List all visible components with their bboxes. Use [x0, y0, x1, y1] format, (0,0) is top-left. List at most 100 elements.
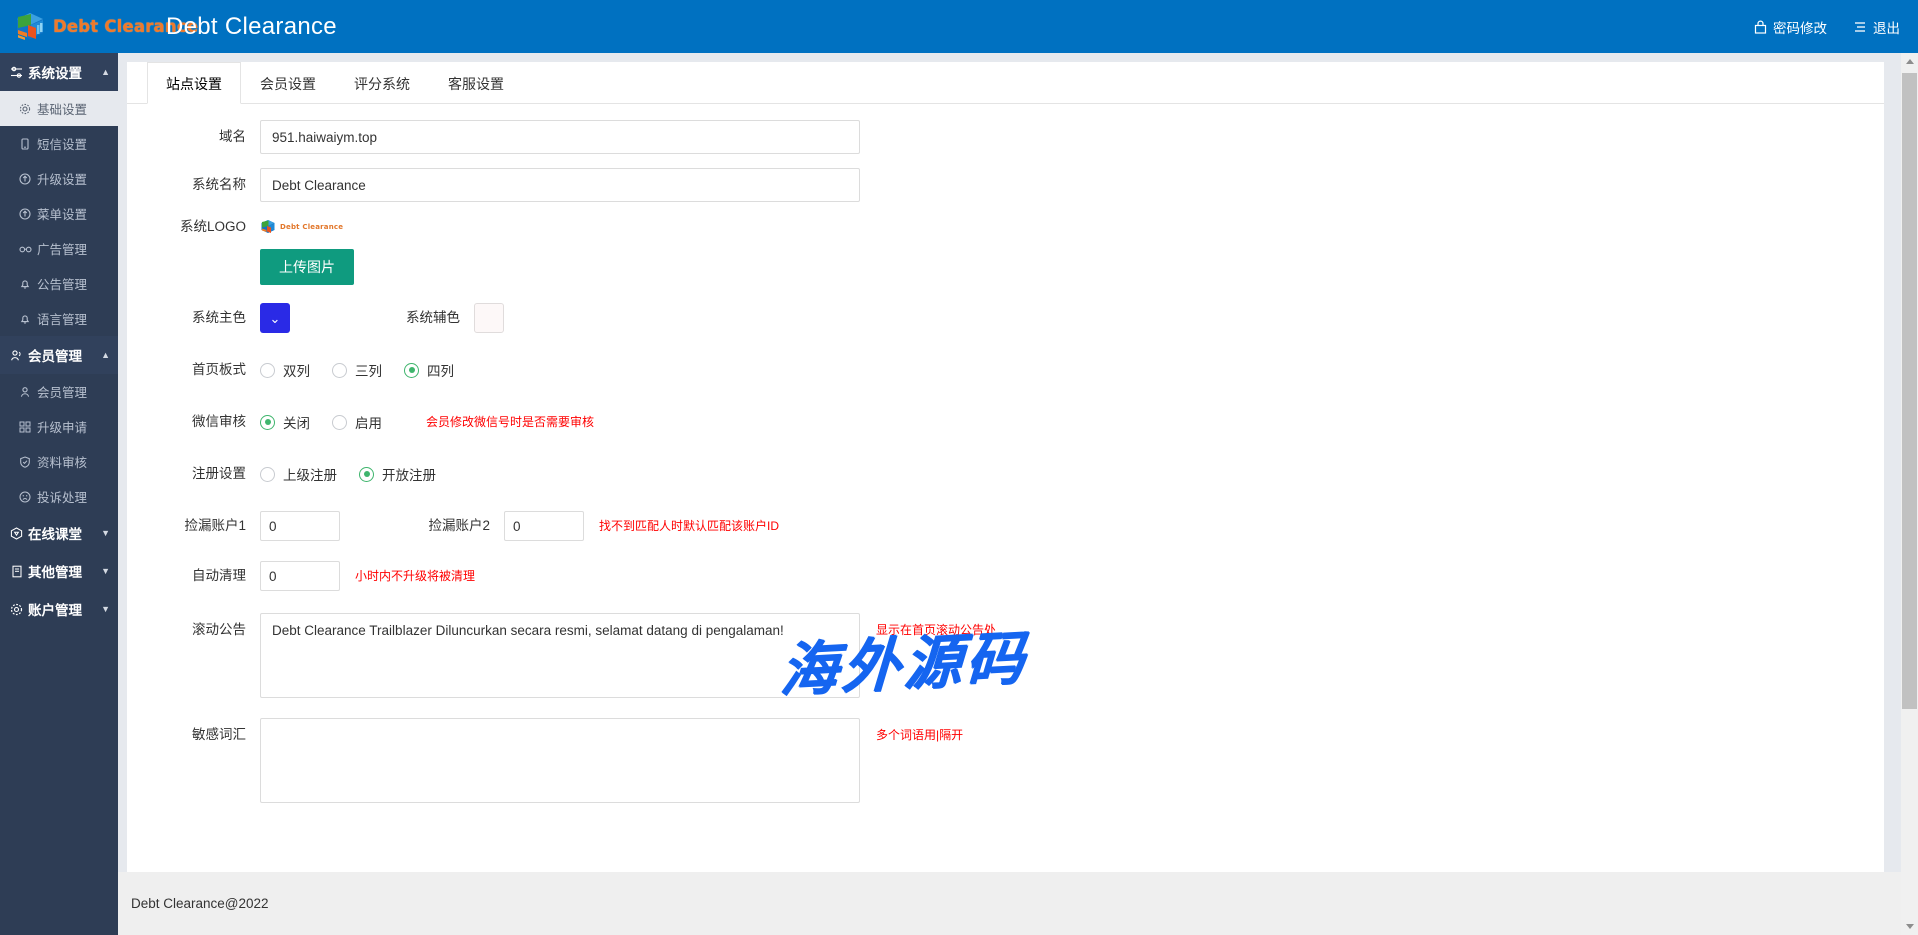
footer: Debt Clearance@2022 [118, 872, 1918, 935]
tab-member-settings[interactable]: 会员设置 [241, 62, 335, 104]
sidebar-item-complaint-handling[interactable]: 投诉处理 [0, 479, 118, 514]
wechat-audit-option-off[interactable]: 关闭 [260, 412, 310, 432]
chevron-down-icon: ▼ [101, 529, 110, 538]
main-content: 站点设置 会员设置 评分系统 客服设置 域名 系统名称 系统LOGO [118, 53, 1918, 935]
chevron-down-icon: ▼ [101, 605, 110, 614]
radio-label: 开放注册 [382, 464, 436, 484]
register-setting-radio-group: 上级注册 开放注册 [260, 459, 458, 489]
bell-icon [18, 313, 32, 325]
cube-logo-icon [260, 219, 276, 235]
sidebar-item-upgrade-application[interactable]: 升级申请 [0, 409, 118, 444]
sidebar-group-online-classroom[interactable]: 在线课堂 ▼ [0, 514, 118, 552]
home-layout-option-four-column[interactable]: 四列 [404, 360, 454, 380]
home-layout-option-two-column[interactable]: 双列 [260, 360, 310, 380]
form-row-system-name: 系统名称 [127, 168, 1884, 202]
sidebar-item-language-management[interactable]: 语言管理 [0, 301, 118, 336]
chevron-up-icon: ▲ [101, 351, 110, 360]
radio-icon-selected [404, 363, 419, 378]
home-layout-radio-group: 双列 三列 四列 [260, 355, 476, 385]
sidebar-item-label: 投诉处理 [37, 487, 87, 506]
sidebar-group-label: 账户管理 [28, 599, 82, 619]
settings-tabs: 站点设置 会员设置 评分系统 客服设置 [127, 62, 1884, 104]
sidebar-item-notice-management[interactable]: 公告管理 [0, 266, 118, 301]
register-setting-label: 注册设置 [127, 459, 260, 489]
sidebar-item-ad-management[interactable]: 广告管理 [0, 231, 118, 266]
sidebar-item-label: 升级申请 [37, 417, 87, 436]
sensitive-words-textarea[interactable] [260, 718, 860, 803]
header-actions: 密码修改 退出 [1754, 17, 1918, 37]
radio-icon [332, 415, 347, 430]
secondary-color-swatch[interactable] [474, 303, 504, 333]
sidebar-item-document-review[interactable]: 资料审核 [0, 444, 118, 479]
logout-link[interactable]: 退出 [1853, 17, 1900, 37]
radio-label: 关闭 [283, 412, 310, 432]
site-settings-form: 域名 系统名称 系统LOGO [127, 104, 1884, 803]
sidebar-item-label: 菜单设置 [37, 204, 87, 223]
radio-icon [332, 363, 347, 378]
home-layout-option-three-column[interactable]: 三列 [332, 360, 382, 380]
users-icon [9, 349, 24, 362]
sidebar-item-label: 资料审核 [37, 452, 87, 471]
tab-rating-system[interactable]: 评分系统 [335, 62, 429, 104]
scrollbar-up-arrow[interactable] [1901, 53, 1918, 70]
pickup-account-2-label: 捡漏账户2 [384, 511, 504, 541]
domain-input[interactable] [260, 120, 860, 154]
sidebar-item-menu-settings[interactable]: 菜单设置 [0, 196, 118, 231]
radio-icon-selected [359, 467, 374, 482]
change-password-label: 密码修改 [1773, 17, 1827, 37]
pickup-account-hint: 找不到匹配人时默认匹配该账户ID [599, 511, 779, 541]
sidebar-group-label: 在线课堂 [28, 523, 82, 543]
sad-face-icon [18, 491, 32, 503]
top-header: Debt Clearance Debt Clearance 密码修改 退出 [0, 0, 1918, 53]
home-layout-label: 首页板式 [127, 355, 260, 385]
radio-label: 四列 [427, 360, 454, 380]
form-row-wechat-audit: 微信审核 关闭 启用 会员修改微信号时是否需要审核 [127, 407, 1884, 437]
sidebar-item-member-management[interactable]: 会员管理 [0, 374, 118, 409]
sliders-icon [9, 66, 24, 79]
sidebar-item-sms-settings[interactable]: 短信设置 [0, 126, 118, 161]
up-circle-icon [18, 208, 32, 220]
pickup-account-2-input[interactable] [504, 511, 584, 541]
form-row-colors: 系统主色 ⌄ 系统辅色 [127, 303, 1884, 333]
brand-logo-area[interactable]: Debt Clearance [0, 0, 118, 53]
scrollbar-down-arrow[interactable] [1901, 918, 1918, 935]
scrollbar-thumb[interactable] [1902, 73, 1917, 709]
sensitive-words-label: 敏感词汇 [127, 718, 260, 752]
scroll-notice-label: 滚动公告 [127, 613, 260, 647]
auto-clear-label: 自动清理 [127, 561, 260, 591]
upload-image-button[interactable]: 上传图片 [260, 249, 354, 285]
auto-clear-input[interactable] [260, 561, 340, 591]
footer-text: Debt Clearance@2022 [131, 896, 269, 911]
system-name-input[interactable] [260, 168, 860, 202]
cube-outline-icon [9, 527, 24, 540]
pickup-account-1-label: 捡漏账户1 [127, 511, 260, 541]
sidebar-group-label: 系统设置 [28, 62, 82, 82]
shield-check-icon [18, 456, 32, 468]
sidebar-item-label: 短信设置 [37, 134, 87, 153]
sidebar-group-member-management[interactable]: 会员管理 ▲ [0, 336, 118, 374]
primary-color-label: 系统主色 [127, 303, 260, 333]
radio-icon [260, 363, 275, 378]
change-password-link[interactable]: 密码修改 [1754, 17, 1827, 37]
primary-color-swatch[interactable]: ⌄ [260, 303, 290, 333]
sidebar-group-system-settings[interactable]: 系统设置 ▲ [0, 53, 118, 91]
sidebar-item-upgrade-settings[interactable]: 升级设置 [0, 161, 118, 196]
bell-icon [18, 278, 32, 290]
pickup-account-1-input[interactable] [260, 511, 340, 541]
tab-customer-service-settings[interactable]: 客服设置 [429, 62, 523, 104]
sidebar-group-other-management[interactable]: 其他管理 ▼ [0, 552, 118, 590]
cube-logo-icon [14, 11, 46, 43]
register-setting-option-upline[interactable]: 上级注册 [260, 464, 337, 484]
form-row-register-setting: 注册设置 上级注册 开放注册 [127, 459, 1884, 489]
wechat-audit-option-on[interactable]: 启用 [332, 412, 382, 432]
sidebar-item-basic-settings[interactable]: 基础设置 [0, 91, 118, 126]
page-scrollbar[interactable] [1901, 53, 1918, 935]
scroll-notice-hint: 显示在首页滚动公告处 [876, 613, 996, 647]
tab-site-settings[interactable]: 站点设置 [147, 62, 241, 104]
sidebar-group-account-management[interactable]: 账户管理 ▼ [0, 590, 118, 628]
register-setting-option-open[interactable]: 开放注册 [359, 464, 436, 484]
sidebar-item-label: 会员管理 [37, 382, 87, 401]
scroll-notice-textarea[interactable] [260, 613, 860, 698]
form-row-auto-clear: 自动清理 小时内不升级将被清理 [127, 561, 1884, 591]
radio-label: 双列 [283, 360, 310, 380]
